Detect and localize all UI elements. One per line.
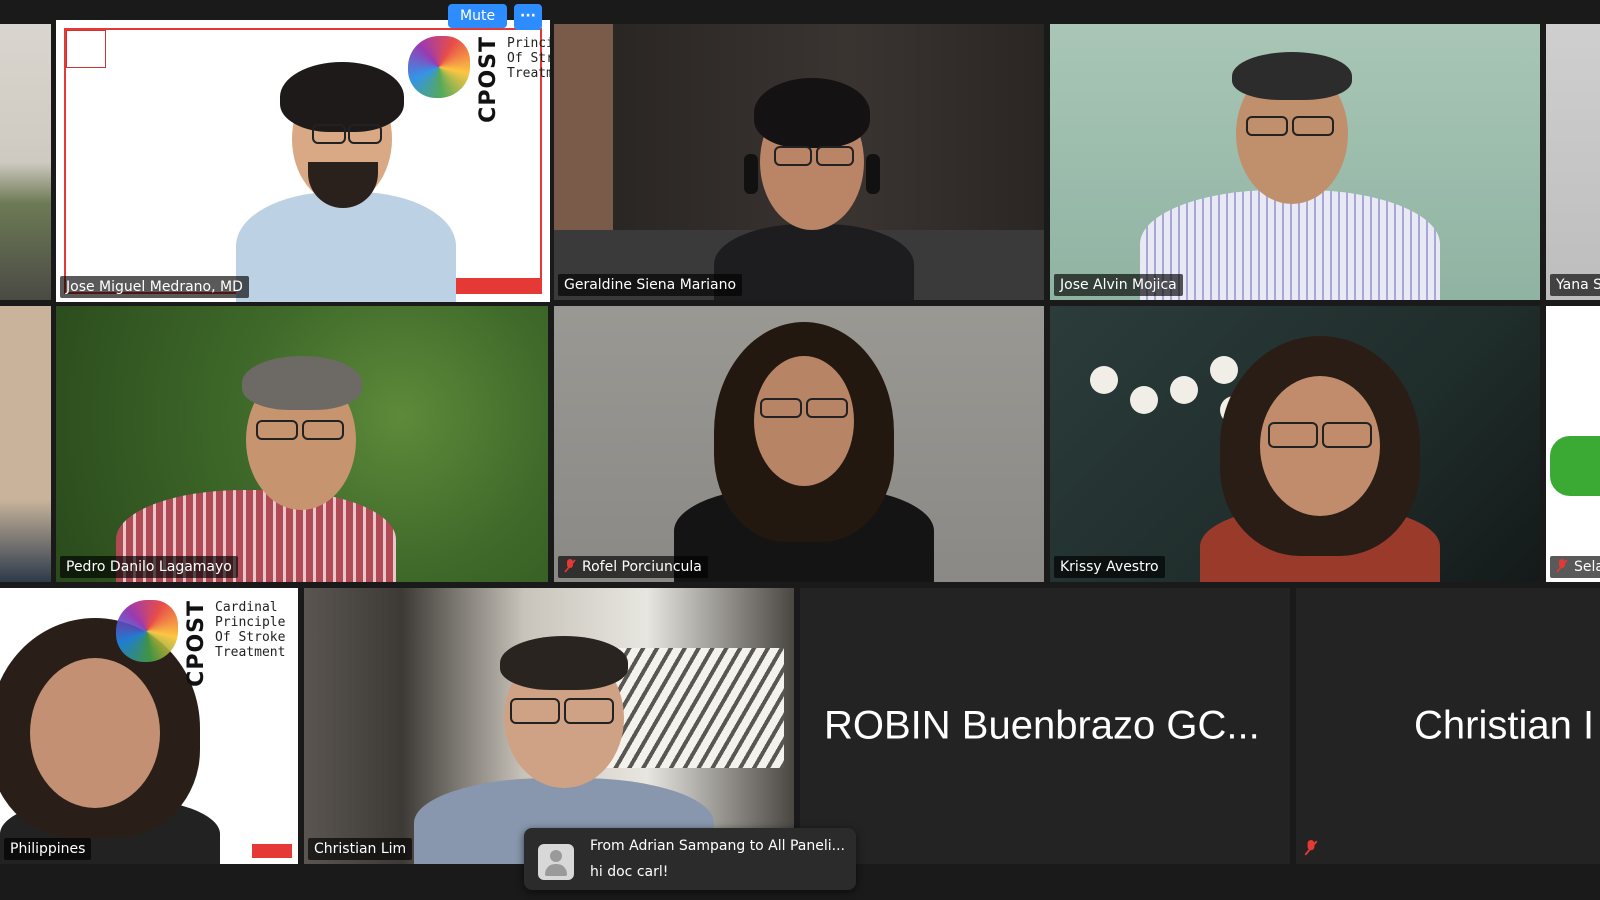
person-figure bbox=[1140, 40, 1440, 300]
red-bar-decoration bbox=[252, 844, 292, 858]
cpost-word: CPOST bbox=[184, 600, 209, 687]
participant-name-p11: ROBIN Buenbrazo GC... bbox=[824, 703, 1260, 748]
video-tile-p2[interactable]: Geraldine Siena Mariano bbox=[554, 24, 1044, 300]
video-tile-p5[interactable]: Pedro Danilo Lagamayo bbox=[56, 306, 548, 582]
more-options-button[interactable]: ··· bbox=[514, 4, 542, 30]
person-figure bbox=[116, 340, 396, 582]
green-logo-decoration bbox=[1550, 436, 1600, 496]
avatar bbox=[538, 844, 574, 880]
person-figure bbox=[1190, 326, 1450, 582]
video-tile-p4[interactable]: Yana S bbox=[1546, 24, 1600, 300]
participant-name-p8: Sela bbox=[1574, 559, 1600, 575]
cpost-tagline: Cardinal Principle Of Stroke Treatment bbox=[215, 600, 286, 660]
chat-sender: From Adrian Sampang to All Paneli... bbox=[590, 838, 846, 854]
brain-logo-icon bbox=[116, 600, 178, 662]
video-tile-p11[interactable]: ROBIN Buenbrazo GC... bbox=[800, 588, 1290, 864]
cpost-banner: CPOST Cardinal Principle Of Stroke Treat… bbox=[116, 600, 285, 687]
participant-name-p12: Christian I bbox=[1414, 703, 1595, 748]
brain-logo-icon bbox=[408, 36, 470, 98]
participant-name-tag-p6: Rofel Porciuncula bbox=[558, 556, 708, 578]
participant-name-p7: Krissy Avestro bbox=[1054, 556, 1165, 578]
video-tile-p8[interactable]: Sela bbox=[1546, 306, 1600, 582]
chat-message: hi doc carl! bbox=[590, 864, 669, 880]
video-tile-p3[interactable]: Jose Alvin Mojica bbox=[1050, 24, 1540, 300]
video-tile-partial-left-r2[interactable] bbox=[0, 306, 51, 582]
mute-button[interactable]: Mute bbox=[448, 4, 508, 28]
video-tile-partial-left-r1[interactable] bbox=[0, 24, 51, 300]
participant-name-tag-p8: Sela bbox=[1550, 556, 1600, 578]
muted-mic-icon bbox=[564, 559, 576, 573]
participant-name-p10: Christian Lim bbox=[308, 838, 413, 860]
participant-name-p4: Yana S bbox=[1550, 274, 1600, 296]
participant-name-p5: Pedro Danilo Lagamayo bbox=[60, 556, 238, 578]
video-tile-p9[interactable]: CPOST Cardinal Principle Of Stroke Treat… bbox=[0, 588, 298, 864]
cpost-word: CPOST bbox=[476, 36, 501, 123]
participant-name-p6: Rofel Porciuncula bbox=[582, 559, 702, 575]
participant-name-p1: Jose Miguel Medrano, MD bbox=[60, 276, 249, 298]
muted-mic-icon bbox=[1556, 559, 1568, 573]
video-tile-p12[interactable]: Christian I bbox=[1296, 588, 1600, 864]
video-tile-p10[interactable]: Christian Lim bbox=[304, 588, 794, 864]
cpost-banner: CPOST Principle Of Stroke Treatment bbox=[408, 36, 550, 123]
person-figure bbox=[654, 316, 954, 582]
org-logo-icon bbox=[66, 30, 106, 68]
participant-name-p9: Philippines bbox=[4, 838, 92, 860]
muted-mic-icon bbox=[1304, 840, 1318, 856]
video-tile-p6[interactable]: Rofel Porciuncula bbox=[554, 306, 1044, 582]
video-tile-p7[interactable]: Krissy Avestro bbox=[1050, 306, 1540, 582]
participant-name-p2: Geraldine Siena Mariano bbox=[558, 274, 743, 296]
person-figure bbox=[704, 54, 924, 300]
chat-notification[interactable]: From Adrian Sampang to All Paneli... hi … bbox=[524, 828, 856, 890]
participant-name-p3: Jose Alvin Mojica bbox=[1054, 274, 1183, 296]
video-tile-p1[interactable]: CPOST Principle Of Stroke Treatment Jose… bbox=[56, 20, 550, 302]
cpost-tagline: Principle Of Stroke Treatment bbox=[507, 36, 550, 81]
